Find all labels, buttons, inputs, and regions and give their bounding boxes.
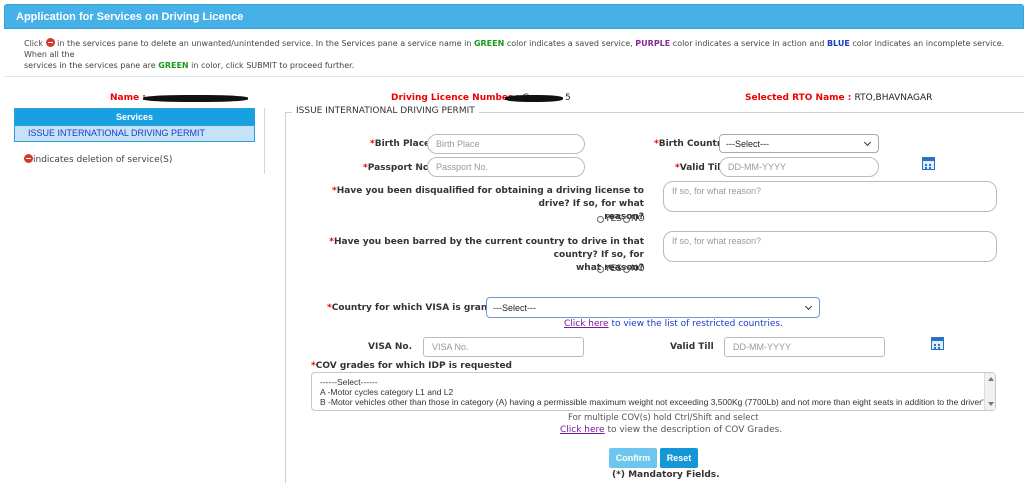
green-word: GREEN bbox=[473, 39, 505, 48]
services-pane: Services ISSUE INTERNATIONAL DRIVING PER… bbox=[14, 108, 255, 142]
info-text: color indicates a saved service, bbox=[504, 39, 636, 48]
birth-country-label-text: Birth Country bbox=[658, 139, 728, 149]
cov-multiselect[interactable]: ------Select------ A -Motor cycles categ… bbox=[311, 372, 996, 411]
deletion-note-text: indicates deletion of service(S) bbox=[33, 155, 173, 165]
no-label: NO bbox=[630, 214, 645, 224]
form-legend: ISSUE INTERNATIONAL DRIVING PERMIT bbox=[292, 106, 479, 116]
dl-number-label-text: Driving Licence Number : bbox=[391, 93, 520, 103]
purple-word: PURPLE bbox=[635, 39, 671, 48]
cov-hint: For multiple COV(s) hold Ctrl/Shift and … bbox=[568, 413, 759, 423]
service-item-idp[interactable]: ISSUE INTERNATIONAL DRIVING PERMIT bbox=[15, 125, 254, 141]
deletion-note: indicates deletion of service(S) bbox=[24, 154, 172, 165]
birth-place-label-text: Birth Place bbox=[374, 139, 431, 149]
visa-valid-till-input[interactable] bbox=[724, 337, 885, 357]
chevron-down-icon bbox=[863, 138, 872, 146]
calendar-icon[interactable] bbox=[922, 157, 935, 170]
cov-description-text: to view the description of COV Grades. bbox=[604, 425, 783, 435]
restricted-countries-text: to view the list of restricted countries… bbox=[608, 319, 783, 329]
passport-label: *Passport No. bbox=[363, 163, 433, 173]
delete-icon bbox=[24, 154, 33, 163]
instructions-text: Click in the services pane to delete an … bbox=[24, 38, 1024, 71]
info-text: in the services pane to delete an unwant… bbox=[54, 39, 474, 48]
visa-no-label: VISA No. bbox=[368, 342, 413, 352]
disqualified-reason-textarea[interactable] bbox=[663, 181, 997, 212]
delete-icon bbox=[45, 38, 55, 47]
barred-label-line1: Have you been barred by the current coun… bbox=[334, 237, 644, 260]
passport-input[interactable] bbox=[427, 157, 585, 177]
disqualified-no-radio[interactable] bbox=[622, 215, 630, 223]
divider bbox=[4, 76, 1024, 77]
dl-number-partial-end: 5 bbox=[565, 93, 571, 103]
valid-till-label: *Valid Till bbox=[675, 163, 723, 173]
disqualified-yes-radio[interactable] bbox=[597, 215, 604, 223]
scroll-up-icon[interactable] bbox=[988, 377, 994, 381]
birth-place-input[interactable] bbox=[427, 134, 585, 154]
name-label: Name : bbox=[110, 93, 146, 103]
reset-button[interactable]: Reset bbox=[660, 448, 698, 468]
cov-label-text: COV grades for which IDP is requested bbox=[315, 361, 513, 371]
cov-option[interactable]: A -Motor cycles category L1 and L2 bbox=[320, 387, 987, 397]
valid-till-input[interactable] bbox=[719, 157, 879, 177]
redacted-name bbox=[143, 95, 248, 102]
cov-option[interactable]: ------Select------ bbox=[320, 377, 987, 387]
pane-divider bbox=[264, 108, 265, 174]
birth-place-label: *Birth Place bbox=[370, 139, 430, 149]
info-text: color indicates a service in action and bbox=[670, 39, 827, 48]
blue-word: BLUE bbox=[826, 39, 850, 48]
rto-value: RTO,BHAVNAGAR bbox=[854, 93, 933, 103]
passport-label-text: Passport No. bbox=[367, 163, 433, 173]
barred-reason-textarea[interactable] bbox=[663, 231, 997, 262]
rto-label: Selected RTO Name : RTO,BHAVNAGAR bbox=[745, 93, 932, 103]
chevron-down-icon bbox=[804, 302, 813, 310]
cov-description-link[interactable]: Click here bbox=[560, 425, 605, 435]
page-title: Application for Services on Driving Lice… bbox=[16, 11, 244, 23]
disqualified-label: *Have you been disqualified for obtainin… bbox=[300, 185, 644, 224]
services-title: Services bbox=[15, 109, 254, 125]
rto-label-text: Selected RTO Name : bbox=[745, 93, 852, 103]
page-header: Application for Services on Driving Lice… bbox=[4, 4, 1024, 29]
green-word: GREEN bbox=[158, 61, 189, 70]
mandatory-note: (*) Mandatory Fields. bbox=[612, 470, 720, 480]
restricted-countries-line: Click here to view the list of restricte… bbox=[564, 319, 783, 329]
barred-label: *Have you been barred by the current cou… bbox=[300, 236, 644, 275]
barred-yes-radio[interactable] bbox=[597, 265, 604, 273]
barred-radio-group: YES NO bbox=[597, 264, 645, 274]
yes-label: YES bbox=[605, 264, 622, 274]
restricted-countries-link[interactable]: Click here bbox=[564, 319, 609, 329]
cov-option[interactable]: B -Motor vehicles other than those in ca… bbox=[320, 397, 995, 407]
scroll-down-icon[interactable] bbox=[988, 402, 994, 406]
birth-country-select[interactable]: ---Select--- bbox=[719, 134, 879, 153]
calendar-icon[interactable] bbox=[931, 337, 944, 350]
info-text: Click bbox=[24, 39, 46, 48]
no-label: NO bbox=[630, 264, 645, 274]
visa-country-value: ---Select--- bbox=[493, 302, 536, 313]
birth-country-value: ---Select--- bbox=[726, 138, 769, 149]
yes-label: YES bbox=[605, 214, 622, 224]
cov-description-line: Click here to view the description of CO… bbox=[560, 425, 782, 435]
visa-country-label-text: Country for which VISA is granted bbox=[331, 303, 505, 313]
redacted-dl-number bbox=[505, 95, 563, 102]
valid-till-label-text: Valid Till bbox=[679, 163, 724, 173]
info-text: services in the services pane are bbox=[24, 61, 159, 70]
cov-label: *COV grades for which IDP is requested bbox=[311, 361, 512, 371]
info-text: in color, click SUBMIT to proceed furthe… bbox=[188, 61, 355, 70]
visa-country-select[interactable]: ---Select--- bbox=[486, 297, 820, 318]
cov-scrollbar[interactable] bbox=[984, 373, 995, 410]
visa-no-input[interactable] bbox=[423, 337, 584, 357]
disqualified-label-line1: Have you been disqualified for obtaining… bbox=[336, 186, 644, 209]
visa-valid-till-label: Valid Till bbox=[670, 342, 714, 352]
confirm-button[interactable]: Confirm bbox=[609, 448, 657, 468]
barred-no-radio[interactable] bbox=[622, 265, 630, 273]
disqualified-radio-group: YES NO bbox=[597, 214, 645, 224]
birth-country-label: *Birth Country bbox=[654, 139, 727, 149]
visa-country-label: *Country for which VISA is granted bbox=[327, 303, 504, 313]
